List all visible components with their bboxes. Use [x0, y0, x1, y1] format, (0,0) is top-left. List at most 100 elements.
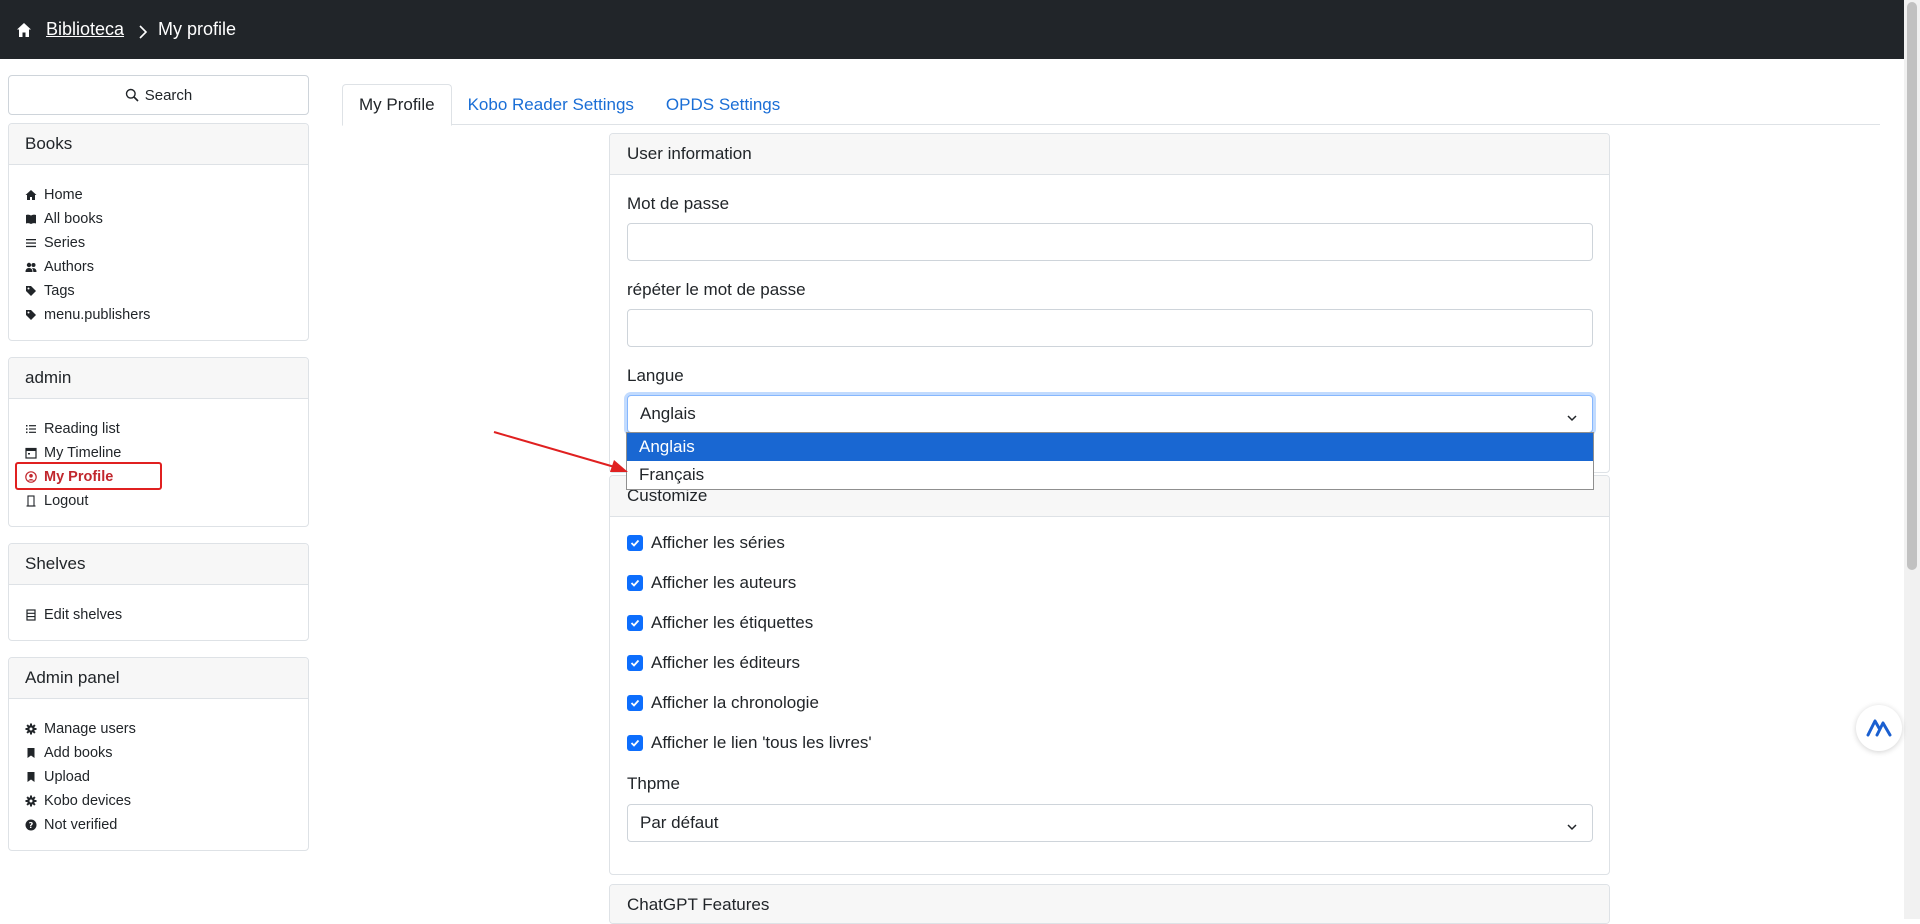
admin-tools-panel-title: Admin panel [9, 658, 308, 699]
checkbox-checked-icon[interactable] [627, 735, 643, 751]
sidebar-item-series[interactable]: Series [25, 231, 292, 255]
sidebar-item-label: Authors [44, 259, 94, 275]
scrollbar-thumb[interactable] [1907, 2, 1917, 570]
breadcrumb-current: My profile [158, 19, 237, 39]
sidebar-item-label: All books [44, 211, 103, 227]
language-label: Langue [627, 366, 684, 385]
admin-section-title: admin [9, 358, 308, 399]
tab-opds-settings[interactable]: OPDS Settings [650, 84, 796, 125]
home-icon[interactable] [16, 22, 32, 38]
password-input[interactable] [627, 223, 1593, 261]
sidebar-item-label: Kobo devices [44, 793, 132, 809]
language-option-anglais[interactable]: Anglais [627, 433, 1593, 461]
sidebar-item-add-books[interactable]: Add books [25, 741, 292, 765]
sidebar-item-kobo-devices[interactable]: Kobo devices [25, 789, 292, 813]
checkbox-checked-icon[interactable] [627, 615, 643, 631]
chevron-down-icon [1566, 409, 1578, 422]
sidebar-item-reading-list[interactable]: Reading list [25, 417, 292, 441]
home-icon [25, 189, 37, 201]
tag-icon [25, 309, 37, 321]
theme-label: Thpme [627, 774, 680, 793]
list-icon [25, 423, 37, 435]
sidebar-item-label: Tags [44, 283, 75, 299]
theme-select-value: Par défaut [640, 813, 719, 832]
shelves-panel: Shelves Edit shelves [8, 543, 309, 641]
sidebar-item-label: My Timeline [44, 445, 122, 461]
sidebar-item-home[interactable]: Home [25, 183, 292, 207]
bookmark-icon [25, 747, 37, 759]
checkbox-show-tags[interactable]: Afficher les étiquettes [627, 613, 813, 633]
sidebar-item-authors[interactable]: Authors [25, 255, 292, 279]
language-option-francais[interactable]: Français [627, 461, 1593, 489]
sidebar: Search Books Home All books Series Autho… [8, 75, 309, 851]
question-circle-icon: ? [25, 819, 37, 831]
page-scrollbar[interactable] [1904, 0, 1920, 919]
chevron-right-icon [138, 23, 148, 39]
theme-select[interactable]: Par défaut [627, 804, 1593, 842]
language-select[interactable]: Anglais [627, 395, 1593, 433]
bookmark-icon [25, 771, 37, 783]
sidebar-item-label: Home [44, 187, 83, 203]
sidebar-item-label: Edit shelves [44, 607, 123, 623]
tab-my-profile[interactable]: My Profile [342, 84, 452, 126]
checkbox-label: Afficher les éditeurs [651, 653, 800, 672]
checkbox-checked-icon[interactable] [627, 535, 643, 551]
checkbox-label: Afficher le lien 'tous les livres' [651, 733, 872, 752]
books-panel-title: Books [9, 124, 308, 165]
checkbox-show-timeline[interactable]: Afficher la chronologie [627, 693, 819, 713]
sidebar-item-upload[interactable]: Upload [25, 765, 292, 789]
admin-panel-section: admin Reading list My Timeline My Profil… [8, 357, 309, 527]
customize-card: Customize Afficher les séries Afficher l… [609, 475, 1610, 875]
sidebar-item-not-verified[interactable]: ? Not verified [25, 813, 292, 837]
sidebar-item-my-profile[interactable]: My Profile [15, 462, 292, 490]
annotation-arrow-icon [493, 431, 628, 472]
checkbox-checked-icon[interactable] [627, 655, 643, 671]
sidebar-item-label: Add books [44, 745, 113, 761]
sidebar-item-label: Reading list [44, 421, 120, 437]
list-icon [25, 237, 37, 249]
sidebar-item-manage-users[interactable]: Manage users [25, 717, 292, 741]
checkbox-show-all-books-link[interactable]: Afficher le lien 'tous les livres' [627, 733, 872, 753]
repeat-password-input[interactable] [627, 309, 1593, 347]
language-dropdown-list: Anglais Français [626, 432, 1594, 490]
search-button[interactable]: Search [8, 75, 309, 115]
checkbox-show-series[interactable]: Afficher les séries [627, 533, 785, 553]
annotation-highlight-box [15, 462, 162, 490]
checkbox-checked-icon[interactable] [627, 695, 643, 711]
book-icon [25, 213, 37, 225]
sidebar-item-label: Upload [44, 769, 90, 785]
assistant-logo-icon [1866, 719, 1892, 737]
checkbox-checked-icon[interactable] [627, 575, 643, 591]
shelves-panel-title: Shelves [9, 544, 308, 585]
repeat-password-label: répéter le mot de passe [627, 280, 806, 299]
sidebar-item-edit-shelves[interactable]: Edit shelves [25, 603, 292, 627]
gear-icon [25, 723, 37, 735]
chatgpt-features-card: ChatGPT Features [609, 884, 1610, 924]
sidebar-item-label: Series [44, 235, 86, 251]
chatgpt-features-title: ChatGPT Features [610, 885, 1609, 923]
svg-text:?: ? [29, 821, 34, 830]
checkbox-label: Afficher les séries [651, 533, 785, 552]
sidebar-item-publishers[interactable]: menu.publishers [25, 303, 292, 327]
books-panel: Books Home All books Series Authors Tags [8, 123, 309, 341]
checkbox-show-authors[interactable]: Afficher les auteurs [627, 573, 796, 593]
tab-kobo-reader-settings[interactable]: Kobo Reader Settings [452, 84, 650, 125]
top-navbar: Biblioteca My profile [0, 0, 1904, 59]
sidebar-item-tags[interactable]: Tags [25, 279, 292, 303]
door-icon [25, 495, 37, 507]
sidebar-item-logout[interactable]: Logout [25, 489, 292, 513]
assistant-float-button[interactable] [1856, 705, 1902, 751]
search-button-label: Search [144, 86, 193, 104]
shelf-icon [25, 609, 37, 621]
admin-tools-panel: Admin panel Manage users Add books Uploa… [8, 657, 309, 851]
checkbox-label: Afficher les auteurs [651, 573, 797, 592]
user-information-title: User information [610, 134, 1609, 175]
checkbox-show-publishers[interactable]: Afficher les éditeurs [627, 653, 800, 673]
password-label: Mot de passe [627, 194, 730, 213]
language-select-value: Anglais [640, 404, 696, 423]
checkbox-label: Afficher les étiquettes [651, 613, 814, 632]
sidebar-item-all-books[interactable]: All books [25, 207, 292, 231]
breadcrumb-root-link[interactable]: Biblioteca [46, 19, 124, 40]
sidebar-item-label: menu.publishers [44, 307, 151, 323]
calendar-icon [25, 447, 37, 459]
